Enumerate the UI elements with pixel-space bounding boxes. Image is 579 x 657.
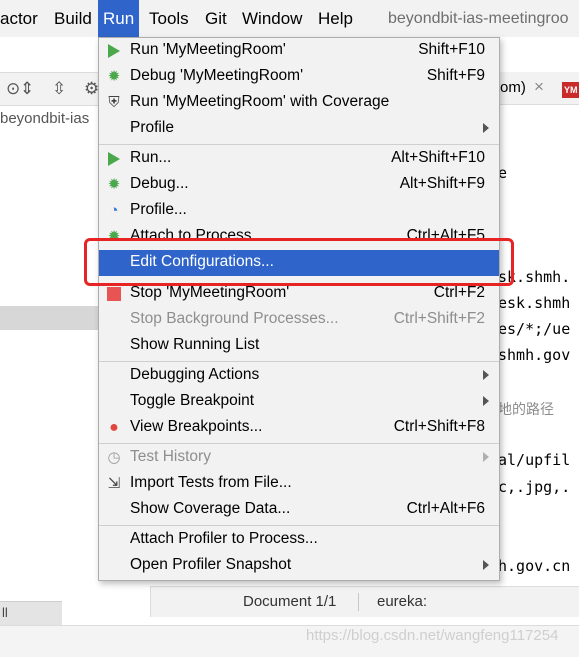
menu-separator: [99, 525, 499, 526]
menu-item-label: Show Coverage Data...: [130, 500, 291, 517]
chevron-right-icon: [483, 560, 489, 570]
import-icon: ⇲: [107, 475, 121, 492]
expand-all-icon[interactable]: ⇕: [20, 79, 34, 99]
menu-separator: [99, 361, 499, 362]
menu-item-toggle-breakpoint[interactable]: Toggle Breakpoint: [99, 389, 499, 415]
menu-tools[interactable]: Tools: [149, 0, 189, 37]
left-bottom-tab[interactable]: ll: [0, 601, 62, 626]
menu-item-debug-dialog[interactable]: ✹ Debug... Alt+Shift+F9: [99, 172, 499, 198]
status-divider: [358, 593, 359, 611]
menu-item-label: View Breakpoints...: [130, 418, 263, 435]
menu-bar: actor Build Run Tools Git Window Help be…: [0, 0, 579, 37]
editor-status-bar: Document 1/1 eureka:: [150, 586, 579, 617]
document-indicator[interactable]: Document 1/1: [243, 593, 336, 610]
coverage-icon: ⛨: [108, 94, 120, 111]
menu-item-label: Test History: [130, 448, 211, 465]
project-toolbar: ⊙ ⇕ ⇳ ⚙: [0, 72, 100, 106]
chevron-right-icon: [483, 370, 489, 380]
menu-item-label: Profile: [130, 119, 174, 136]
run-icon: [105, 150, 123, 168]
menu-help[interactable]: Help: [318, 0, 353, 37]
code-line[interactable]: shmh.gov: [498, 346, 570, 364]
menu-item-label: Debug 'MyMeetingRoom': [130, 67, 304, 84]
yaml-file-icon[interactable]: YM: [562, 82, 579, 98]
menu-run[interactable]: Run: [98, 0, 140, 37]
locate-icon[interactable]: ⊙: [6, 79, 20, 99]
menu-item-profile-dialog[interactable]: ◔ Profile...: [99, 198, 499, 224]
breakpoints-icon: ●: [109, 419, 119, 436]
menu-item-label: Show Running List: [130, 336, 260, 353]
menu-item-shortcut: Shift+F10: [418, 41, 485, 58]
code-line[interactable]: c,.jpg,.: [498, 478, 570, 496]
code-line[interactable]: esk.shmh: [498, 294, 570, 312]
settings-icon[interactable]: ⚙: [84, 79, 99, 99]
menu-item-import-tests[interactable]: ⇲ Import Tests from File...: [99, 471, 499, 497]
chevron-right-icon: [483, 396, 489, 406]
menu-item-label: Run 'MyMeetingRoom' with Coverage: [130, 93, 390, 110]
menu-item-test-history[interactable]: ◷ Test History: [99, 445, 499, 471]
menu-item-shortcut: Ctrl+Shift+F8: [393, 418, 485, 435]
menu-item-show-running-list[interactable]: Show Running List: [99, 333, 499, 359]
chevron-right-icon: [483, 452, 489, 462]
menu-item-label: Import Tests from File...: [130, 474, 292, 491]
run-menu-dropdown: Run 'MyMeetingRoom' Shift+F10 ✹ Debug 'M…: [98, 37, 500, 581]
menu-item-label: Debug...: [130, 175, 189, 192]
menu-item-label: Profile...: [130, 201, 187, 218]
menu-item-run-coverage[interactable]: ⛨ Run 'MyMeetingRoom' with Coverage: [99, 90, 499, 116]
menu-item-run-config[interactable]: Run 'MyMeetingRoom' Shift+F10: [99, 38, 499, 64]
menu-item-shortcut: Ctrl+Alt+F6: [406, 500, 485, 517]
menu-item-label: Attach Profiler to Process...: [130, 530, 318, 547]
menu-item-debug-config[interactable]: ✹ Debug 'MyMeetingRoom' Shift+F9: [99, 64, 499, 90]
menu-item-shortcut: Shift+F9: [426, 67, 485, 84]
menu-item-stop-background[interactable]: Stop Background Processes... Ctrl+Shift+…: [99, 307, 499, 333]
code-line[interactable]: h.gov.cn: [498, 557, 570, 575]
debug-icon: ✹: [107, 176, 121, 193]
menu-window[interactable]: Window: [242, 0, 302, 37]
stop-icon: [105, 285, 123, 303]
menu-item-label: Debugging Actions: [130, 366, 260, 383]
menu-item-show-coverage[interactable]: Show Coverage Data... Ctrl+Alt+F6: [99, 497, 499, 523]
left-bottom-label: ll: [2, 605, 8, 620]
menu-item-open-profiler-snapshot[interactable]: Open Profiler Snapshot: [99, 553, 499, 579]
menu-item-label: Stop 'MyMeetingRoom': [130, 284, 290, 301]
project-selected-row[interactable]: [0, 306, 100, 330]
menu-item-shortcut: Alt+Shift+F10: [391, 149, 485, 166]
code-comment[interactable]: 地的路径: [498, 399, 554, 419]
menu-item-debugging-actions[interactable]: Debugging Actions: [99, 363, 499, 389]
menu-item-label: Run...: [130, 149, 172, 166]
menu-item-profile-submenu[interactable]: Profile: [99, 116, 499, 142]
chevron-right-icon: [483, 123, 489, 133]
yaml-context[interactable]: eureka:: [377, 593, 427, 610]
run-icon: [105, 42, 123, 60]
menu-refactor[interactable]: actor: [0, 0, 38, 37]
menu-item-label: Stop Background Processes...: [130, 310, 339, 327]
close-icon[interactable]: ×: [534, 77, 544, 97]
menu-separator: [99, 144, 499, 145]
code-line[interactable]: al/upfil: [498, 451, 570, 469]
menu-item-run-dialog[interactable]: Run... Alt+Shift+F10: [99, 146, 499, 172]
debug-icon: ✹: [107, 68, 121, 85]
menu-build[interactable]: Build: [54, 0, 92, 37]
editor-tab-label[interactable]: om): [500, 79, 526, 96]
menu-item-attach-profiler[interactable]: Attach Profiler to Process...: [99, 527, 499, 553]
collapse-all-icon[interactable]: ⇳: [52, 79, 66, 99]
menu-item-view-breakpoints[interactable]: ● View Breakpoints... Ctrl+Shift+F8: [99, 415, 499, 441]
code-line[interactable]: es/*;/ue: [498, 320, 570, 338]
annotation-highlight-box: [84, 238, 514, 286]
menu-item-label: Open Profiler Snapshot: [130, 556, 292, 573]
menu-separator: [99, 443, 499, 444]
menu-item-label: Run 'MyMeetingRoom': [130, 41, 286, 58]
history-icon: ◷: [107, 449, 121, 466]
menu-git[interactable]: Git: [205, 0, 227, 37]
menu-item-shortcut: Ctrl+F2: [433, 284, 485, 301]
project-root-path[interactable]: beyondbit-ias: [0, 110, 89, 127]
menu-item-label: Toggle Breakpoint: [130, 392, 255, 409]
profiler-gauge-icon: ◔: [109, 202, 119, 219]
menu-item-shortcut: Alt+Shift+F9: [399, 175, 485, 192]
menu-item-shortcut: Ctrl+Shift+F2: [393, 310, 485, 327]
watermark: https://blog.csdn.net/wangfeng117254: [306, 627, 559, 644]
window-title: beyondbit-ias-meetingroo: [388, 10, 569, 27]
